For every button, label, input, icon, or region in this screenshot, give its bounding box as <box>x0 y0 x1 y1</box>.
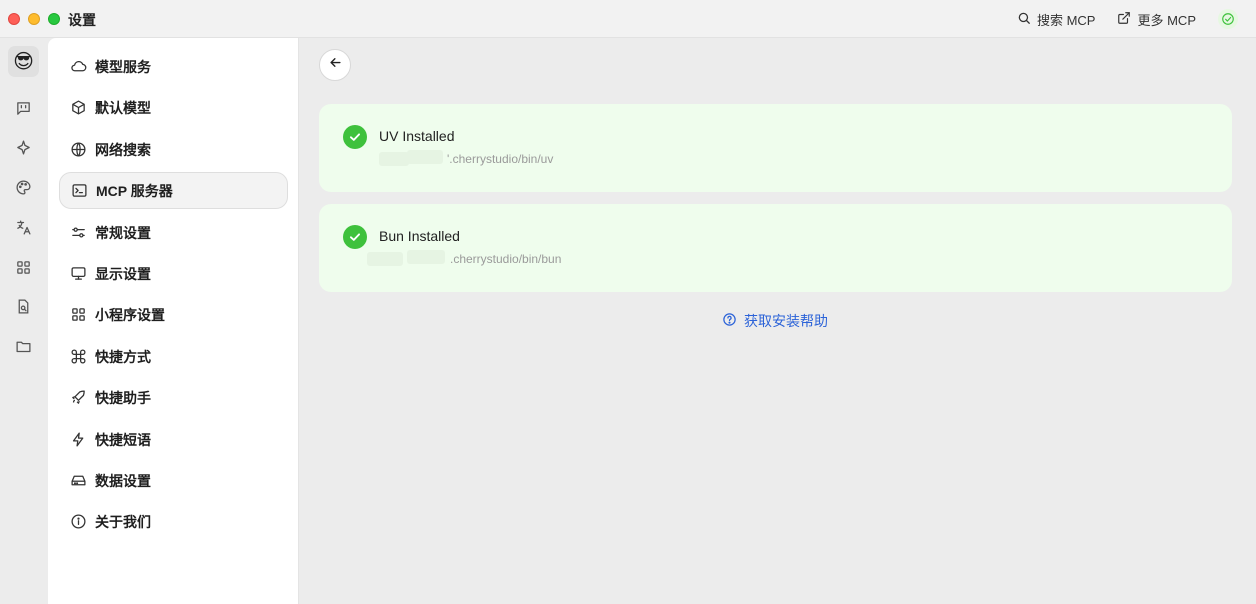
menu-item-label: 小程序设置 <box>95 306 165 323</box>
back-button[interactable] <box>319 49 351 81</box>
command-icon <box>68 347 88 367</box>
install-help-label: 获取安装帮助 <box>744 313 828 329</box>
menu-item-label: 常规设置 <box>95 224 151 241</box>
menu-item-label: 显示设置 <box>95 265 151 282</box>
search-icon <box>1017 11 1031 28</box>
cube-icon <box>68 98 88 118</box>
redacted-path-segment <box>379 152 409 166</box>
search-mcp-button[interactable]: 搜索 MCP <box>1017 10 1096 29</box>
terminal-icon <box>69 181 89 201</box>
monitor-icon <box>68 264 88 284</box>
zoom-window-button[interactable] <box>48 12 60 25</box>
rocket-icon <box>68 388 88 408</box>
settings-menu: 模型服务 默认模型 网络搜索 MCP 服务器 常规设置 显示设置 小程序设置 快… <box>48 38 299 604</box>
menu-item-general-settings[interactable]: 常规设置 <box>59 214 288 251</box>
sliders-icon <box>68 223 88 243</box>
check-icon <box>343 125 367 149</box>
menu-item-label: 快捷助手 <box>95 389 151 406</box>
install-help-link[interactable]: 获取安装帮助 <box>722 311 828 331</box>
chat-icon[interactable] <box>13 98 33 118</box>
apps-icon[interactable] <box>13 257 33 277</box>
window-controls <box>8 12 60 25</box>
help-circle-icon <box>722 312 737 330</box>
avatar[interactable]: 😎 <box>8 46 39 77</box>
file-search-icon[interactable] <box>13 296 33 316</box>
bun-status-card: Bun Installed .cherrystudio/bin/bun <box>319 204 1232 292</box>
menu-item-mcp-server[interactable]: MCP 服务器 <box>59 172 288 209</box>
translate-icon[interactable] <box>13 217 33 237</box>
uv-status-card: UV Installed '.cherrystudio/bin/uv <box>319 104 1232 192</box>
info-icon <box>68 512 88 532</box>
close-window-button[interactable] <box>8 12 20 25</box>
zap-icon <box>68 430 88 450</box>
external-link-icon <box>1117 11 1131 28</box>
globe-icon <box>68 140 88 160</box>
palette-icon[interactable] <box>13 177 33 197</box>
menu-item-quick-phrases[interactable]: 快捷短语 <box>59 421 288 458</box>
menu-item-about-us[interactable]: 关于我们 <box>59 503 288 540</box>
menu-item-display-settings[interactable]: 显示设置 <box>59 255 288 292</box>
hard-drive-icon <box>68 471 88 491</box>
bun-status-title: Bun Installed <box>379 228 460 244</box>
menu-item-shortcuts[interactable]: 快捷方式 <box>59 338 288 375</box>
menu-item-label: 网络搜索 <box>95 141 151 158</box>
bun-install-path: .cherrystudio/bin/bun <box>450 252 562 266</box>
more-mcp-button[interactable]: 更多 MCP <box>1117 10 1196 29</box>
arrow-left-icon <box>328 55 343 75</box>
redacted-path-segment <box>407 250 445 264</box>
menu-item-miniapp-settings[interactable]: 小程序设置 <box>59 296 288 333</box>
uv-status-title: UV Installed <box>379 128 455 144</box>
main-content: UV Installed '.cherrystudio/bin/uv Bun I… <box>299 38 1256 604</box>
window-title: 设置 <box>68 12 96 28</box>
uv-install-path: '.cherrystudio/bin/uv <box>447 152 554 166</box>
folder-icon[interactable] <box>13 336 33 356</box>
menu-item-label: 快捷短语 <box>95 431 151 448</box>
menu-item-web-search[interactable]: 网络搜索 <box>59 131 288 168</box>
menu-item-label: 默认模型 <box>95 99 151 116</box>
more-mcp-label: 更多 MCP <box>1137 12 1196 28</box>
menu-item-label: 快捷方式 <box>95 348 151 365</box>
menu-item-model-service[interactable]: 模型服务 <box>59 48 288 85</box>
menu-item-label: 模型服务 <box>95 58 151 75</box>
redacted-path-segment <box>407 150 443 164</box>
menu-item-label: 数据设置 <box>95 472 151 489</box>
check-circle-icon[interactable] <box>1218 9 1238 29</box>
cloud-icon <box>68 57 88 77</box>
grid-icon <box>68 305 88 325</box>
check-icon <box>343 225 367 249</box>
menu-item-label: MCP 服务器 <box>96 182 173 199</box>
menu-item-default-model[interactable]: 默认模型 <box>59 89 288 126</box>
redacted-path-segment <box>367 252 403 266</box>
sparkle-icon[interactable] <box>13 137 33 157</box>
menu-item-data-settings[interactable]: 数据设置 <box>59 462 288 499</box>
minimize-window-button[interactable] <box>28 12 40 25</box>
menu-item-label: 关于我们 <box>95 513 151 530</box>
search-mcp-label: 搜索 MCP <box>1036 12 1096 28</box>
menu-item-quick-assistant[interactable]: 快捷助手 <box>59 379 288 416</box>
icon-sidebar: 😎 <box>0 38 48 604</box>
title-bar: 设置 搜索 MCP 更多 MCP <box>0 0 1256 38</box>
